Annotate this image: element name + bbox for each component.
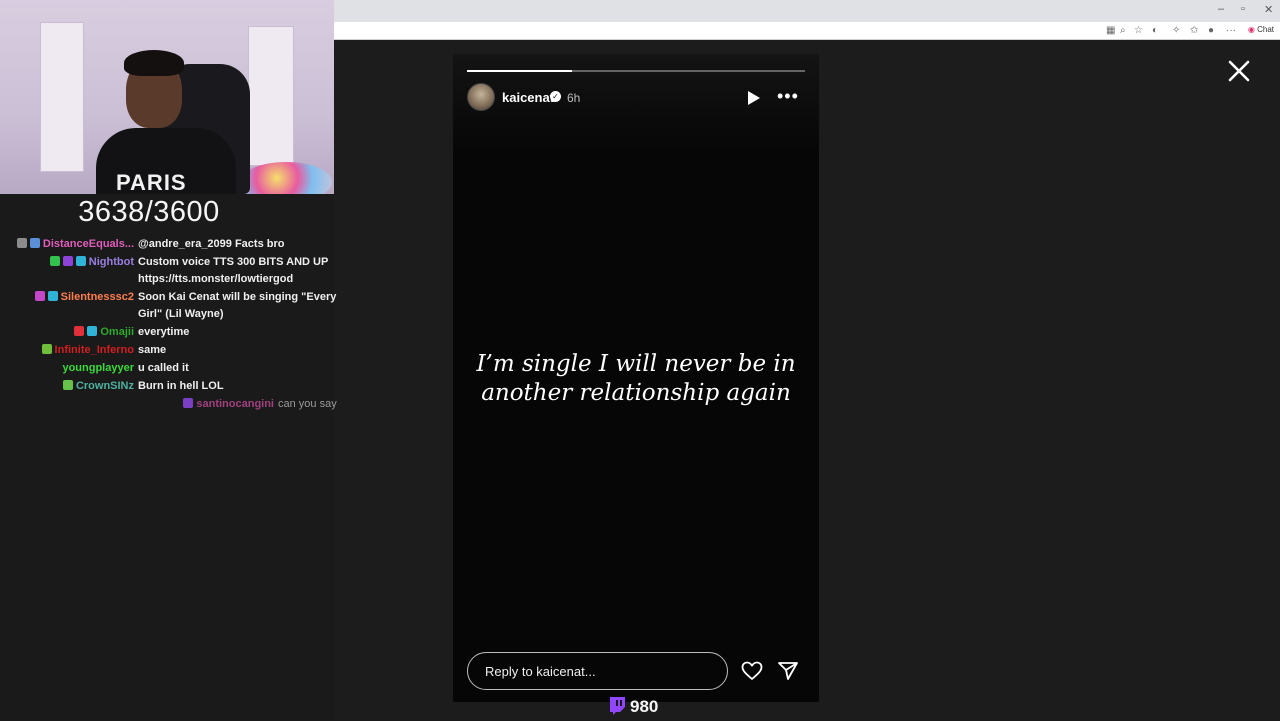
more-icon[interactable]: •••	[777, 87, 799, 108]
restore-icon[interactable]: ▫	[1241, 3, 1245, 15]
chat-username[interactable]: Omajii	[100, 326, 134, 338]
chat-user[interactable]: Omajii	[74, 324, 134, 341]
chat-user[interactable]: DistanceEquals...	[16, 236, 134, 253]
bits-counter: 980	[608, 696, 658, 716]
share-icon[interactable]	[777, 661, 799, 681]
chat-badge-icon	[75, 256, 86, 266]
chat-message-text: u called it	[138, 362, 189, 374]
chat-badge-icon	[62, 380, 73, 390]
chat-extension-icon: ◉	[1247, 25, 1255, 34]
extension-icon[interactable]: ◐	[1152, 25, 1158, 37]
chat-username[interactable]: santinocangini	[196, 398, 274, 410]
verified-icon: ✓	[550, 91, 561, 102]
chat-user[interactable]: youngplayyer	[62, 360, 134, 377]
story-text: I’m single I will never be in another re…	[476, 351, 796, 406]
chat-badge-icon	[74, 326, 85, 336]
chat-message-text: @andre_era_2099 Facts bro	[138, 238, 285, 250]
story-username[interactable]: kaicenat	[502, 90, 554, 105]
chat-badge-icon	[29, 238, 40, 248]
chat-user[interactable]: Infinite_Inferno	[41, 342, 134, 359]
chat-badge-icon	[34, 291, 45, 301]
play-icon[interactable]	[743, 88, 763, 108]
sub-goal-counter: 3638/3600	[78, 196, 220, 228]
chat-message-text: Burn in hell LOL	[138, 380, 224, 392]
twitch-bits-icon	[610, 697, 625, 715]
profile-icon[interactable]: ●	[1208, 25, 1214, 37]
bits-count: 980	[630, 697, 659, 716]
chat-user[interactable]: Silentnesssc2	[34, 289, 134, 306]
background-door	[248, 26, 294, 166]
chat-badge-icon	[62, 256, 73, 266]
story-viewer[interactable]: kaicenat ✓ 6h ••• I’m single I will neve…	[453, 54, 819, 702]
chat-message-text: can you say	[278, 398, 337, 410]
window-close-icon[interactable]: ✕	[1264, 3, 1273, 16]
background-door	[40, 22, 84, 172]
menu-dots-icon[interactable]: ···	[1226, 25, 1236, 37]
chat-badge-icon	[16, 238, 27, 248]
chat-username[interactable]: Nightbot	[89, 256, 134, 268]
story-progress-bar	[467, 70, 805, 72]
chat-message-text: Soon Kai Cenat will be singing "Every Gi…	[138, 291, 337, 320]
webcam-feed: PARIS	[0, 0, 334, 194]
chat-user[interactable]: CrownSINz	[62, 378, 134, 395]
puzzle-icon[interactable]: ✧	[1172, 25, 1180, 37]
reply-input[interactable]: Reply to kaicenat...	[467, 652, 728, 690]
chat-badge-icon	[87, 326, 98, 336]
favorites-icon[interactable]: ✩	[1190, 25, 1198, 37]
chat-extension-button[interactable]: ◉ Chat	[1248, 25, 1274, 34]
close-icon[interactable]	[1226, 58, 1252, 84]
chat-username[interactable]: Silentnesssc2	[61, 291, 134, 303]
chat-message-text: same	[138, 344, 167, 356]
chat-badge-icon	[183, 398, 194, 408]
reply-placeholder: Reply to kaicenat...	[485, 664, 596, 679]
heart-icon[interactable]	[741, 661, 763, 681]
streamer-hair	[124, 50, 184, 76]
chat-username[interactable]: youngplayyer	[62, 362, 134, 374]
chat-message-text: everytime	[138, 326, 190, 338]
chat-username[interactable]: DistanceEquals...	[43, 238, 134, 250]
chat-badge-icon	[41, 344, 52, 354]
browser-toolbar: ▦ ⌕ ☆ ◐ ✧ ✩ ● ··· ◉ Chat	[334, 22, 1280, 40]
zoom-icon[interactable]: ⌕	[1120, 25, 1126, 37]
background-rug	[240, 162, 332, 194]
bookmark-star-icon[interactable]: ☆	[1134, 25, 1143, 37]
apps-icon[interactable]: ▦	[1106, 25, 1115, 37]
chat-message-text: Custom voice TTS 300 BITS AND UP https:/…	[138, 256, 329, 285]
chat-extension-label: Chat	[1257, 25, 1274, 34]
chat-user[interactable]: Nightbot	[49, 254, 134, 271]
chat-user[interactable]: santinocangini	[183, 396, 274, 413]
chat-badge-icon	[49, 256, 60, 266]
minimize-icon[interactable]: –	[1218, 3, 1224, 15]
story-time: 6h	[567, 91, 581, 105]
shirt-logo: PARIS	[116, 170, 187, 194]
chat-username[interactable]: CrownSINz	[76, 380, 134, 392]
user-avatar[interactable]	[467, 83, 495, 111]
story-progress-fill	[467, 70, 572, 72]
chat-username[interactable]: Infinite_Inferno	[55, 344, 134, 356]
chat-badge-icon	[47, 291, 58, 301]
